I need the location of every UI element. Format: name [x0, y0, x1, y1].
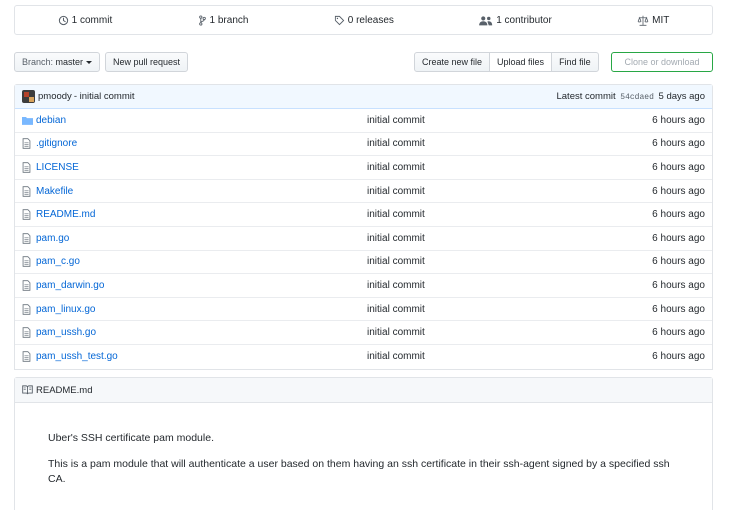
- latest-commit-label: Latest commit: [556, 91, 616, 102]
- avatar[interactable]: [22, 90, 35, 103]
- file-icon: [22, 327, 34, 338]
- file-age: 6 hours ago: [652, 161, 705, 173]
- file-icon: [22, 351, 34, 362]
- file-name-link[interactable]: .gitignore: [36, 138, 366, 149]
- file-icon: [22, 256, 34, 268]
- table-row: pam_ussh.go initial commit 6 hours ago: [15, 321, 712, 345]
- create-new-file-button[interactable]: Create new file: [414, 52, 491, 72]
- file-age: 6 hours ago: [652, 256, 705, 268]
- file-commit-message-link[interactable]: initial commit: [367, 304, 425, 315]
- releases-link[interactable]: 0 releases: [334, 15, 394, 26]
- file-icon: [22, 233, 34, 244]
- caret-down-icon: [86, 60, 93, 64]
- license-name: MIT: [652, 14, 670, 26]
- table-row: .gitignore initial commit 6 hours ago: [15, 133, 712, 157]
- readme-panel: README.md Uber's SSH certificate pam mod…: [14, 377, 713, 510]
- file-age: 6 hours ago: [652, 327, 705, 339]
- file-age: 6 hours ago: [652, 279, 705, 291]
- table-row: LICENSE initial commit 6 hours ago: [15, 156, 712, 180]
- branches-link[interactable]: 1 branch: [198, 14, 249, 26]
- table-row: pam_linux.go initial commit 6 hours ago: [15, 298, 712, 322]
- file-icon: [22, 138, 34, 150]
- commits-link[interactable]: 1 commit: [58, 14, 113, 26]
- file-icon: [22, 303, 34, 315]
- file-age: 6 hours ago: [652, 114, 705, 126]
- contributors-count: 1 contributor: [496, 14, 552, 26]
- file-icon: [22, 162, 34, 173]
- tag-icon: [334, 15, 345, 25]
- file-commit-message-link[interactable]: initial commit: [367, 233, 425, 244]
- commit-author-link[interactable]: pmoody: [38, 91, 72, 102]
- latest-commit-bar: pmoody - initial commit Latest commit 54…: [15, 85, 712, 109]
- table-row: pam_c.go initial commit 6 hours ago: [15, 251, 712, 275]
- file-commit-message-link[interactable]: initial commit: [367, 280, 425, 291]
- readme-paragraph: Uber's SSH certificate pam module.: [48, 432, 214, 444]
- file-toolbar: Branch: master New pull request Create n…: [14, 52, 713, 72]
- file-age: 6 hours ago: [652, 185, 705, 197]
- file-icon: [22, 209, 34, 220]
- table-row: README.md initial commit 6 hours ago: [15, 203, 712, 227]
- file-commit-message-link[interactable]: initial commit: [367, 256, 425, 267]
- file-commit-message-link[interactable]: initial commit: [367, 186, 425, 197]
- file-name-link[interactable]: pam_ussh.go: [36, 327, 366, 338]
- readme-paragraph: This is a pam module that will authentic…: [48, 458, 670, 485]
- file-list: pmoody - initial commit Latest commit 54…: [14, 84, 713, 370]
- branch-select-button[interactable]: Branch: master: [14, 52, 101, 72]
- file-rows: debian initial commit 6 hours ago .gitignor…: [15, 109, 712, 369]
- file-commit-message-link[interactable]: initial commit: [367, 327, 425, 338]
- file-commit-message-link[interactable]: initial commit: [367, 351, 425, 362]
- file-icon: [22, 280, 34, 291]
- readme-title: README.md: [36, 384, 93, 396]
- commit-sha-link[interactable]: 54cdaed: [620, 93, 654, 102]
- file-icon: [22, 185, 34, 197]
- contributors-link[interactable]: 1 contributor: [479, 15, 552, 26]
- file-age: 6 hours ago: [652, 232, 705, 244]
- law-icon: [637, 15, 649, 26]
- readme-header: README.md: [15, 378, 712, 403]
- file-commit-message-link[interactable]: initial commit: [367, 138, 425, 149]
- file-commit-message-link[interactable]: initial commit: [367, 115, 425, 126]
- file-name-link[interactable]: pam_linux.go: [36, 304, 366, 315]
- file-age: 6 hours ago: [652, 351, 705, 363]
- file-age: 6 hours ago: [652, 209, 705, 221]
- table-row: pam_darwin.go initial commit 6 hours ago: [15, 274, 712, 298]
- table-row: pam_ussh_test.go initial commit 6 hours ag…: [15, 345, 712, 369]
- file-age: 6 hours ago: [652, 138, 705, 150]
- license-link[interactable]: MIT: [637, 15, 669, 26]
- people-icon: [479, 15, 493, 25]
- file-name-link[interactable]: pam_ussh_test.go: [36, 351, 366, 362]
- table-row: pam.go initial commit 6 hours ago: [15, 227, 712, 251]
- table-row: Makefile initial commit 6 hours ago: [15, 180, 712, 204]
- commit-message[interactable]: - initial commit: [74, 91, 135, 102]
- table-row: debian initial commit 6 hours ago: [15, 109, 712, 133]
- file-age: 6 hours ago: [652, 303, 705, 315]
- find-file-button[interactable]: Find file: [551, 52, 599, 72]
- readme-content: Uber's SSH certificate pam module. This …: [15, 403, 712, 487]
- history-icon: [58, 15, 68, 25]
- file-actions-group: Create new file Upload files Find file: [414, 52, 599, 72]
- branch-name: master: [55, 57, 84, 67]
- upload-files-button[interactable]: Upload files: [489, 52, 553, 72]
- folder-icon: [22, 116, 34, 125]
- commit-age: 5 days ago: [658, 91, 705, 102]
- book-icon: [22, 385, 33, 395]
- file-name-link[interactable]: Makefile: [36, 186, 366, 197]
- commits-count: 1 commit: [71, 14, 113, 26]
- new-pull-request-button[interactable]: New pull request: [105, 52, 189, 72]
- branch-icon: [198, 14, 206, 26]
- releases-count: 0 releases: [347, 14, 394, 26]
- file-name-link[interactable]: pam.go: [36, 233, 366, 244]
- repo-summary: 1 commit 1 branch 0 releases 1 contribut…: [14, 5, 713, 35]
- file-name-link[interactable]: README.md: [36, 209, 366, 220]
- commit-meta: Latest commit 54cdaed 5 days ago: [556, 91, 705, 102]
- branches-count: 1 branch: [209, 14, 249, 26]
- file-commit-message-link[interactable]: initial commit: [367, 162, 425, 173]
- file-commit-message-link[interactable]: initial commit: [367, 209, 425, 220]
- clone-or-download-button[interactable]: Clone or download: [611, 52, 713, 72]
- file-name-link[interactable]: pam_darwin.go: [36, 280, 366, 291]
- branch-prefix: Branch:: [22, 57, 54, 67]
- file-name-link[interactable]: pam_c.go: [36, 256, 366, 267]
- file-name-link[interactable]: debian: [36, 115, 366, 126]
- file-name-link[interactable]: LICENSE: [36, 162, 366, 173]
